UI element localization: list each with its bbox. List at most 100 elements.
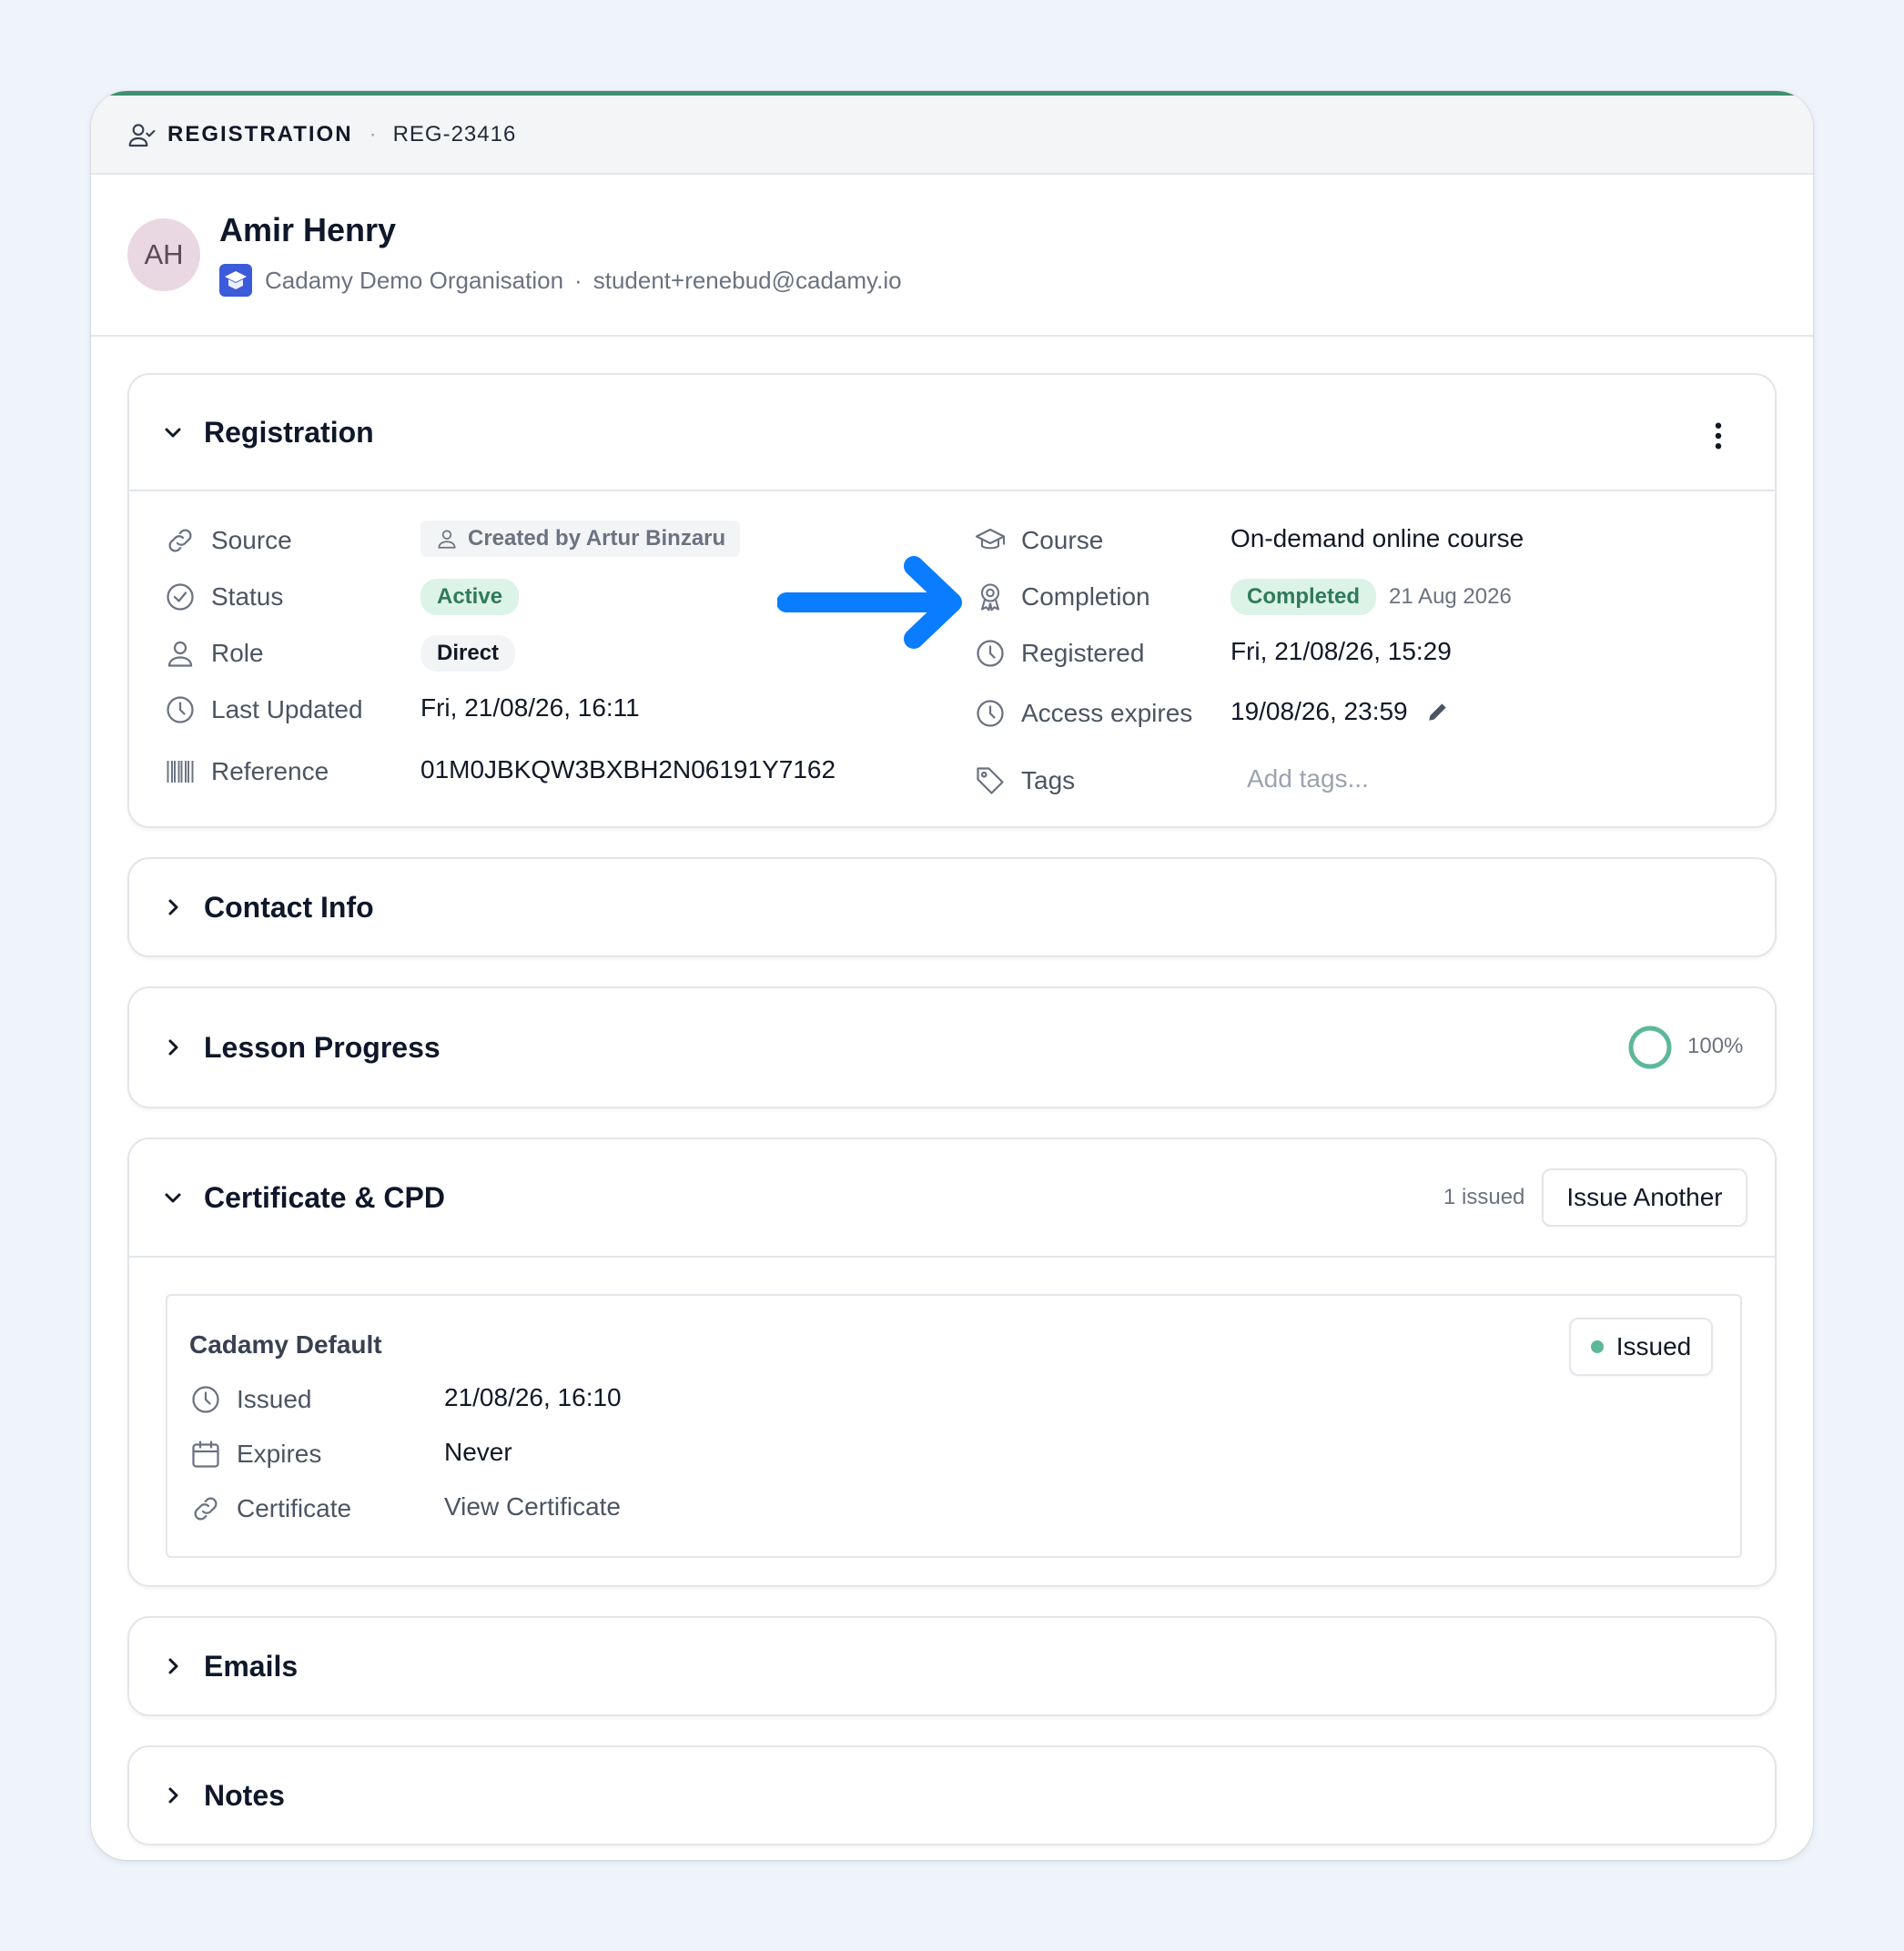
header-separator: · xyxy=(369,121,377,147)
emails-header[interactable]: Emails xyxy=(129,1618,1775,1714)
student-name: Amir Henry xyxy=(219,211,397,248)
registration-section-title: Registration xyxy=(204,415,374,449)
clock-icon xyxy=(192,1386,219,1413)
source-value: Created by Artur Binzaru xyxy=(420,521,741,557)
registration-id: REG-23416 xyxy=(392,121,517,147)
header-title: REGISTRATION xyxy=(167,121,353,147)
tags-label: Tags xyxy=(1021,766,1076,794)
access-expires-text: 19/08/26, 23:59 xyxy=(1231,697,1408,725)
reference-label: Reference xyxy=(211,757,329,785)
chevron-right-icon xyxy=(168,1787,178,1804)
status-value: Active xyxy=(420,579,520,615)
view-certificate-link[interactable]: View Certificate xyxy=(444,1492,621,1521)
source-pill: Created by Artur Binzaru xyxy=(420,521,741,557)
chevron-down-icon xyxy=(165,428,181,438)
registration-card: REGISTRATION · REG-23416 AH Amir Henry C… xyxy=(91,91,1813,1860)
organisation-name: Cadamy Demo Organisation xyxy=(265,266,564,294)
access-expires-value: 19/08/26, 23:59 xyxy=(1231,697,1450,726)
registered-row: Registered xyxy=(974,637,1144,670)
completion-date: 21 Aug 2026 xyxy=(1389,584,1512,609)
course-value[interactable]: On-demand online course xyxy=(1231,524,1524,553)
last-updated-label: Last Updated xyxy=(211,695,363,723)
tags-input[interactable]: Add tags... xyxy=(1247,764,1369,794)
last-updated-row: Last Updated xyxy=(164,693,363,726)
chevron-down-icon xyxy=(165,1193,181,1203)
organisation-logo-icon xyxy=(219,264,252,297)
source-text: Created by Artur Binzaru xyxy=(468,526,726,551)
check-circle-icon xyxy=(167,583,194,611)
user-icon xyxy=(167,641,193,667)
profile-subline: Cadamy Demo Organisation · student+reneb… xyxy=(219,264,902,297)
contact-info-title: Contact Info xyxy=(204,890,374,924)
completion-value: Completed 21 Aug 2026 xyxy=(1231,579,1512,615)
tag-icon xyxy=(977,767,1004,794)
certificate-title: Certificate & CPD xyxy=(204,1180,445,1214)
cert-expires-row: Expires xyxy=(189,1438,321,1471)
registered-label: Registered xyxy=(1021,639,1145,667)
barcode-icon xyxy=(167,761,194,783)
annotation-arrow-icon xyxy=(777,556,962,649)
header-bar: REGISTRATION · REG-23416 xyxy=(91,96,1813,175)
user-check-icon xyxy=(128,123,156,147)
notes-section[interactable]: Notes xyxy=(127,1745,1777,1845)
lesson-progress-section[interactable]: Lesson Progress 100% xyxy=(127,986,1777,1108)
cert-expires-label: Expires xyxy=(237,1440,322,1468)
chevron-right-icon xyxy=(168,899,178,915)
cert-issued-row: Issued xyxy=(189,1383,312,1416)
student-email[interactable]: student+renebud@cadamy.io xyxy=(593,267,902,295)
access-expires-row: Access expires xyxy=(974,697,1192,730)
contact-info-section[interactable]: Contact Info xyxy=(127,857,1777,957)
profile-separator: · xyxy=(574,266,582,294)
issue-another-button[interactable]: Issue Another xyxy=(1542,1168,1747,1227)
lesson-progress-header[interactable]: Lesson Progress xyxy=(129,988,1775,1107)
registration-section-header[interactable]: Registration xyxy=(129,375,1775,491)
award-icon xyxy=(980,583,1000,612)
issued-count: 1 issued xyxy=(1443,1185,1525,1209)
contact-info-header[interactable]: Contact Info xyxy=(129,859,1775,955)
certificate-name: Cadamy Default xyxy=(189,1330,382,1359)
source-row: Source xyxy=(164,524,292,557)
pencil-icon[interactable] xyxy=(1426,700,1450,723)
calendar-icon xyxy=(192,1441,219,1468)
course-row: Course xyxy=(974,524,1103,557)
status-dot-icon xyxy=(1590,1340,1604,1353)
clock-icon xyxy=(977,640,1004,667)
notes-title: Notes xyxy=(204,1778,285,1812)
cert-issued-label: Issued xyxy=(237,1385,312,1413)
status-badge: Active xyxy=(420,579,520,615)
graduation-cap-icon xyxy=(975,528,1006,550)
completion-row: Completion xyxy=(974,581,1150,613)
status-row: Status xyxy=(164,581,283,613)
emails-section[interactable]: Emails xyxy=(127,1616,1777,1716)
user-icon xyxy=(438,530,456,549)
registered-value: Fri, 21/08/26, 15:29 xyxy=(1231,637,1452,665)
source-label: Source xyxy=(211,526,292,554)
issued-status-badge: Issued xyxy=(1569,1318,1713,1376)
link-icon xyxy=(194,1497,218,1521)
more-options-icon[interactable] xyxy=(1709,422,1727,450)
certificate-item: Cadamy Default Issued Issued 21/08/26, 1… xyxy=(166,1294,1742,1558)
role-value: Direct xyxy=(420,635,516,672)
role-badge: Direct xyxy=(420,635,516,672)
cert-link-label: Certificate xyxy=(237,1494,352,1522)
emails-title: Emails xyxy=(204,1649,299,1683)
clock-icon xyxy=(977,700,1004,727)
course-label: Course xyxy=(1021,526,1104,554)
cert-link-row: Certificate xyxy=(189,1492,351,1525)
progress-ring-icon xyxy=(1628,1026,1672,1069)
last-updated-value: Fri, 21/08/26, 16:11 xyxy=(420,693,640,722)
completion-label: Completion xyxy=(1021,582,1150,611)
notes-header[interactable]: Notes xyxy=(129,1747,1775,1844)
reference-value: 01M0JBKQW3BXBH2N06191Y7162 xyxy=(420,755,836,783)
reference-row: Reference xyxy=(164,755,329,788)
chevron-right-icon xyxy=(168,1658,178,1674)
completion-badge: Completed xyxy=(1231,579,1377,615)
status-label: Status xyxy=(211,582,284,611)
role-label: Role xyxy=(211,639,264,667)
certificate-section: Certificate & CPD 1 issued Issue Another… xyxy=(127,1137,1777,1587)
certificate-header[interactable]: Certificate & CPD xyxy=(129,1139,1775,1258)
role-row: Role xyxy=(164,637,264,670)
progress-percent: 100% xyxy=(1687,1034,1744,1058)
profile-header: AH Amir Henry Cadamy Demo Organisation ·… xyxy=(91,175,1813,337)
chevron-right-icon xyxy=(168,1039,178,1056)
